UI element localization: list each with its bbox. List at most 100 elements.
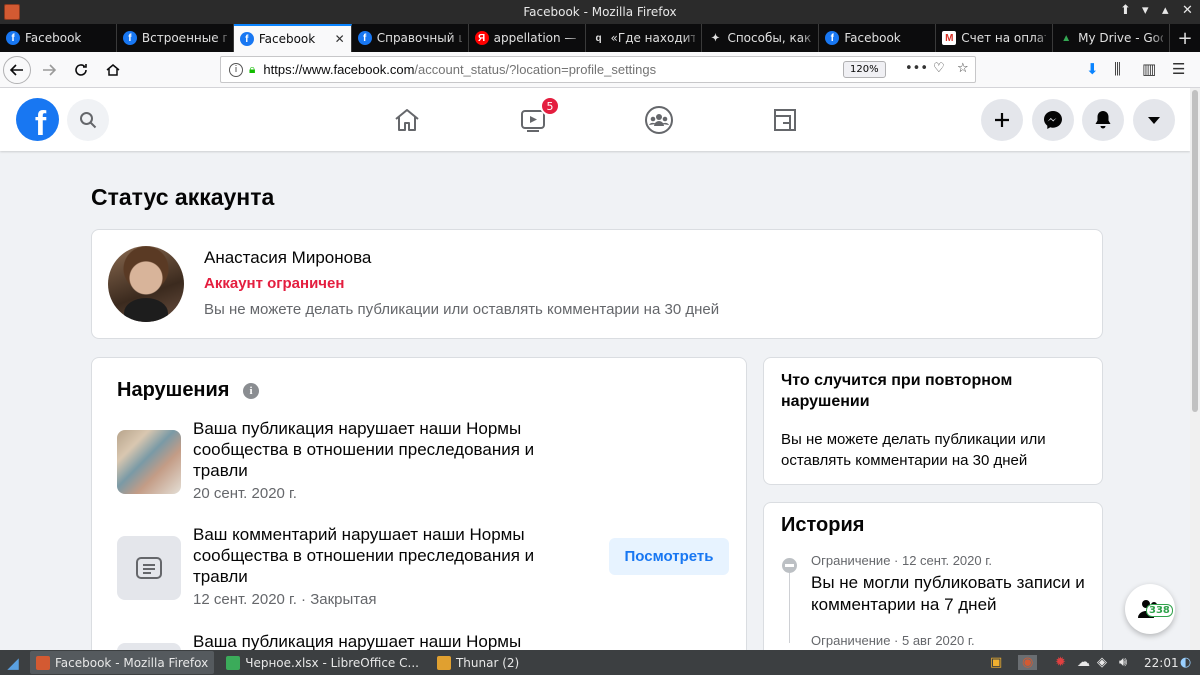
minimize-button[interactable]: ▾ [1142,3,1149,18]
scrollbar-thumb[interactable] [1192,90,1198,412]
facebook-header: f 5 [0,88,1190,151]
contacts-button[interactable]: 338 [1125,584,1175,634]
view-button[interactable]: Посмотреть [609,538,729,575]
tab-fade [1151,24,1170,52]
history-card: История Ограничение · 12 сент. 2020 г. В… [763,502,1103,667]
tab-4[interactable]: f Справочный ц [352,24,469,52]
back-button[interactable] [3,55,31,84]
downloads-icon[interactable]: ⬇ [1086,60,1099,78]
nav-home[interactable] [391,104,423,136]
volume-icon[interactable]: 🔊︎ [1119,655,1127,670]
firefox-icon [36,655,50,670]
maximize-button[interactable]: ▴ [1162,3,1169,18]
tab-2[interactable]: fВстроенные пу [117,24,234,52]
reload-icon [75,63,87,76]
repeat-violation-card: Что случится при повторном нарушении Вы … [763,357,1103,485]
violation-thumbnail[interactable] [117,430,181,494]
tab-strip: fFacebookfВстроенные пуfFacebook✕fСправо… [0,24,1200,52]
home-button[interactable] [99,56,127,84]
notifications-tray-icon[interactable]: ◐ [1180,655,1191,670]
chevron-down-icon [1148,117,1160,124]
zoom-indicator[interactable]: 120% [843,61,886,78]
violation-text[interactable]: Ваша публикация нарушает наши Нормы [193,631,573,652]
messenger-button[interactable] [1032,99,1074,141]
violation-text[interactable]: Ваш комментарий нарушает наши Нормы сооб… [193,524,573,587]
reload-button[interactable] [67,56,95,84]
comment-icon [136,557,162,579]
account-menu-button[interactable] [1133,99,1175,141]
history-title: История [781,514,865,536]
close-tab-icon[interactable]: ✕ [335,32,345,46]
restriction-icon [782,558,797,573]
nav-gaming[interactable] [769,104,801,136]
close-window-button[interactable]: ✕ [1182,3,1193,18]
violation-text[interactable]: Ваша публикация нарушает наши Нормы сооб… [193,418,573,481]
avatar[interactable] [108,246,184,322]
plus-icon [995,113,1009,127]
taskbar-label: Thunar (2) [455,655,520,670]
account-status-description: Вы не можете делать публикации или остав… [204,301,720,318]
folder-tray-icon[interactable]: ▣ [990,655,1002,670]
facebook-logo[interactable]: f [16,98,59,141]
tab-10[interactable]: ▲ My Drive - Goo [1053,24,1171,52]
notifications-button[interactable] [1082,99,1124,141]
window-title: Facebook - Mozilla Firefox [523,5,677,19]
search-button[interactable] [67,99,109,141]
bookmark-star-icon[interactable]: ☆ [957,61,969,76]
taskbar-item[interactable]: Thunar (2) [431,651,525,674]
bell-icon [1095,111,1111,129]
forward-button[interactable] [35,56,63,84]
cloud-icon[interactable]: ☁ [1077,655,1090,670]
create-button[interactable] [981,99,1023,141]
repeat-violation-title: Что случится при повторном нарушении [781,372,1013,410]
page-scrollbar[interactable] [1190,88,1200,650]
tab-6[interactable]: q «Где находитс [586,24,703,52]
url-text[interactable]: https://www.facebook.com/account_status/… [263,62,656,77]
url-path: /account_status/?location=profile_settin… [414,62,657,77]
start-menu-icon[interactable]: ◢ [2,652,24,674]
taskbar-label: Facebook - Mozilla Firefox [55,655,209,670]
gaming-icon [774,109,796,131]
folder-icon [436,655,451,670]
facebook-icon: f [6,31,20,45]
violation-date: 20 сент. 2020 г. [193,485,297,502]
info-icon[interactable]: i [243,383,259,399]
firefox-app-icon [4,4,20,20]
firefox-tray-icon[interactable]: ◉ [1018,655,1038,670]
library-icon[interactable]: ⫼ [1114,60,1121,78]
settings-gear-icon[interactable]: ✹ [1055,655,1066,670]
facebook-icon: f [357,31,372,45]
tab-1[interactable]: f Facebook [0,24,117,52]
tab-fade [97,24,116,52]
keep-above-icon[interactable]: ⬆ [1120,3,1131,18]
tab-8[interactable]: f Facebook [819,24,937,52]
wifi-icon[interactable]: ◈ [1097,655,1107,670]
address-bar[interactable]: i 🔒︎ https://www.facebook.com/account_st… [220,56,976,83]
sparkle-icon: ✦ [711,32,720,44]
window-titlebar: Facebook - Mozilla Firefox ⬆ ▾ ▴ ✕ [0,0,1200,24]
profile-name[interactable]: Анастасия Миронова [204,248,371,268]
taskbar-label: Черное.xlsx - LibreOffice C... [245,655,419,670]
nav-groups[interactable] [643,104,675,136]
tab-5[interactable]: Яappellation — [469,24,586,52]
menu-icon[interactable]: ☰ [1172,60,1185,78]
tab-3[interactable]: f Facebook ✕ [233,24,352,52]
repeat-violation-text: Вы не можете делать публикации или остав… [781,431,1046,469]
taskbar-item[interactable]: Facebook - Mozilla Firefox [30,651,215,674]
violations-card: Нарушения i Ваша публикация нарушает наш… [91,357,747,667]
spreadsheet-icon [226,655,241,670]
tab-fade [449,24,468,52]
tab-7[interactable]: ✦Способы, как п [702,24,820,52]
profile-status-card: Анастасия Миронова Аккаунт ограничен Вы … [91,229,1103,339]
sidebar-icon[interactable]: ▥ [1142,60,1156,78]
lock-icon[interactable]: 🔒︎ [249,62,255,77]
pocket-icon[interactable]: ♡ [933,61,945,76]
new-tab-button[interactable]: + [1170,24,1200,52]
page-actions-icon[interactable]: ••• [905,61,928,76]
taskbar-item[interactable]: Черное.xlsx - LibreOffice C... [220,651,425,674]
site-info-icon[interactable]: i [229,62,243,77]
comment-thumbnail[interactable] [117,536,181,600]
tab-9[interactable]: MСчет на оплату [936,24,1054,52]
clock[interactable]: 22:01 [1144,656,1179,670]
navigation-toolbar: i 🔒︎ https://www.facebook.com/account_st… [0,52,1200,88]
